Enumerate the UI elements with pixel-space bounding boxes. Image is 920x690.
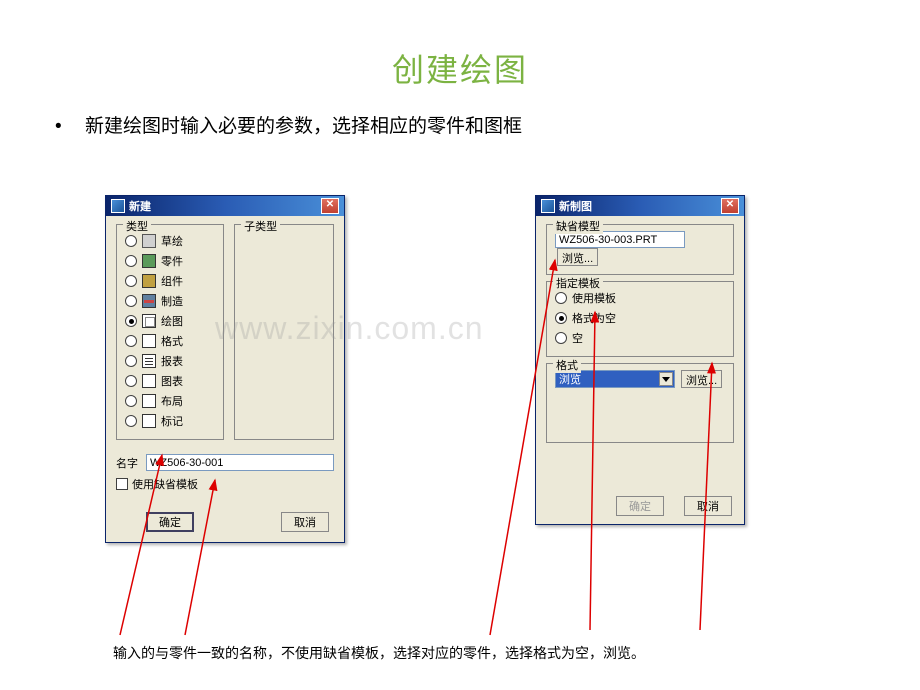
type-assembly[interactable]: 组件 [125,271,215,291]
radio-icon [555,332,567,344]
dialog1-title: 新建 [129,198,151,214]
label-report: 报表 [161,353,183,369]
radio-icon [125,255,137,267]
radio-icon [125,395,137,407]
drawing-icon [142,314,156,328]
app-icon [541,199,555,213]
type-sketch[interactable]: 草绘 [125,231,215,251]
type-fieldset: 类型 草绘 零件 组件 制造 绘图 格式 报表 图表 布局 标记 [116,224,224,440]
legend-specify-template: 指定模板 [553,275,603,291]
name-row: 名字 [116,454,334,471]
chevron-down-icon [659,372,673,386]
dialog1-buttons: 确定 取消 [106,510,344,542]
subtype-fieldset: 子类型 [234,224,334,440]
titlebar[interactable]: 新制图 ✕ [536,196,744,216]
opt-use-template[interactable]: 使用模板 [555,288,725,308]
subtype-empty [243,231,325,401]
label-format: 格式 [161,333,183,349]
opt-format-empty[interactable]: 格式为空 [555,308,725,328]
type-columns: 类型 草绘 零件 组件 制造 绘图 格式 报表 图表 布局 标记 子类型 [116,224,334,446]
label-drawing: 绘图 [161,313,183,329]
radio-icon [555,312,567,324]
radio-icon [125,335,137,347]
dialog2-title: 新制图 [559,198,592,214]
format-select-value: 浏览 [559,371,581,387]
close-icon[interactable]: ✕ [721,198,739,214]
default-model-fieldset: 缺省模型 浏览... [546,224,734,275]
label-assembly: 组件 [161,273,183,289]
label-markup: 标记 [161,413,183,429]
radio-icon [125,415,137,427]
label-sketch: 草绘 [161,233,183,249]
titlebar-title-wrap: 新制图 [541,198,592,214]
format-icon [142,334,156,348]
label-diagram: 图表 [161,373,183,389]
dialog2-buttons: 确定 取消 [616,496,732,516]
slide-bullet: •新建绘图时输入必要的参数，选择相应的零件和图框 [55,111,920,138]
ok-button[interactable]: 确定 [146,512,194,532]
name-label: 名字 [116,455,138,471]
label-empty: 空 [572,330,583,346]
label-mfg: 制造 [161,293,183,309]
close-icon[interactable]: ✕ [321,198,339,214]
slide-caption: 输入的与零件一致的名称，不使用缺省模板，选择对应的零件，选择格式为空，浏览。 [113,643,645,663]
type-format[interactable]: 格式 [125,331,215,351]
opt-empty[interactable]: 空 [555,328,725,348]
type-layout[interactable]: 布局 [125,391,215,411]
sketch-icon [142,234,156,248]
radio-icon [555,292,567,304]
cancel-button[interactable]: 取消 [281,512,329,532]
browse-format-button[interactable]: 浏览... [681,370,722,388]
radio-icon [125,315,137,327]
type-markup[interactable]: 标记 [125,411,215,431]
cancel-button[interactable]: 取消 [684,496,732,516]
radio-icon [125,275,137,287]
use-default-template-label: 使用缺省模板 [132,476,198,492]
type-drawing[interactable]: 绘图 [125,311,215,331]
bullet-dot: • [55,116,85,138]
type-mfg[interactable]: 制造 [125,291,215,311]
diagram-icon [142,374,156,388]
legend-default-model: 缺省模型 [553,218,603,234]
type-diagram[interactable]: 图表 [125,371,215,391]
report-icon [142,354,156,368]
slide-title: 创建绘图 [0,0,920,91]
assembly-icon [142,274,156,288]
dialog2-body: 缺省模型 浏览... 指定模板 使用模板 格式为空 空 格式 浏览 浏览... [536,216,744,457]
format-fieldset: 格式 浏览 浏览... [546,363,734,443]
legend-format: 格式 [553,357,581,373]
radio-icon [125,375,137,387]
name-input[interactable] [146,454,334,471]
radio-icon [125,295,137,307]
type-report[interactable]: 报表 [125,351,215,371]
use-default-template-row[interactable]: 使用缺省模板 [116,476,334,492]
ok-button[interactable]: 确定 [616,496,664,516]
type-part[interactable]: 零件 [125,251,215,271]
legend-subtype: 子类型 [241,218,280,234]
bullet-text: 新建绘图时输入必要的参数，选择相应的零件和图框 [85,116,522,137]
radio-icon [125,355,137,367]
label-format-empty: 格式为空 [572,310,616,326]
checkbox-icon [116,478,128,490]
new-drawing-dialog: 新制图 ✕ 缺省模型 浏览... 指定模板 使用模板 格式为空 空 格式 浏览 … [535,195,745,525]
legend-type: 类型 [123,218,151,234]
mfg-icon [142,294,156,308]
layout-icon [142,394,156,408]
new-dialog: 新建 ✕ 类型 草绘 零件 组件 制造 绘图 格式 报表 图表 布局 标记 子类… [105,195,345,543]
dialog1-body: 类型 草绘 零件 组件 制造 绘图 格式 报表 图表 布局 标记 子类型 名字 [106,216,344,510]
part-icon [142,254,156,268]
radio-icon [125,235,137,247]
titlebar[interactable]: 新建 ✕ [106,196,344,216]
browse-model-button[interactable]: 浏览... [557,248,598,266]
markup-icon [142,414,156,428]
label-layout: 布局 [161,393,183,409]
titlebar-title-wrap: 新建 [111,198,151,214]
label-part: 零件 [161,253,183,269]
app-icon [111,199,125,213]
label-use-template: 使用模板 [572,290,616,306]
specify-template-fieldset: 指定模板 使用模板 格式为空 空 [546,281,734,357]
